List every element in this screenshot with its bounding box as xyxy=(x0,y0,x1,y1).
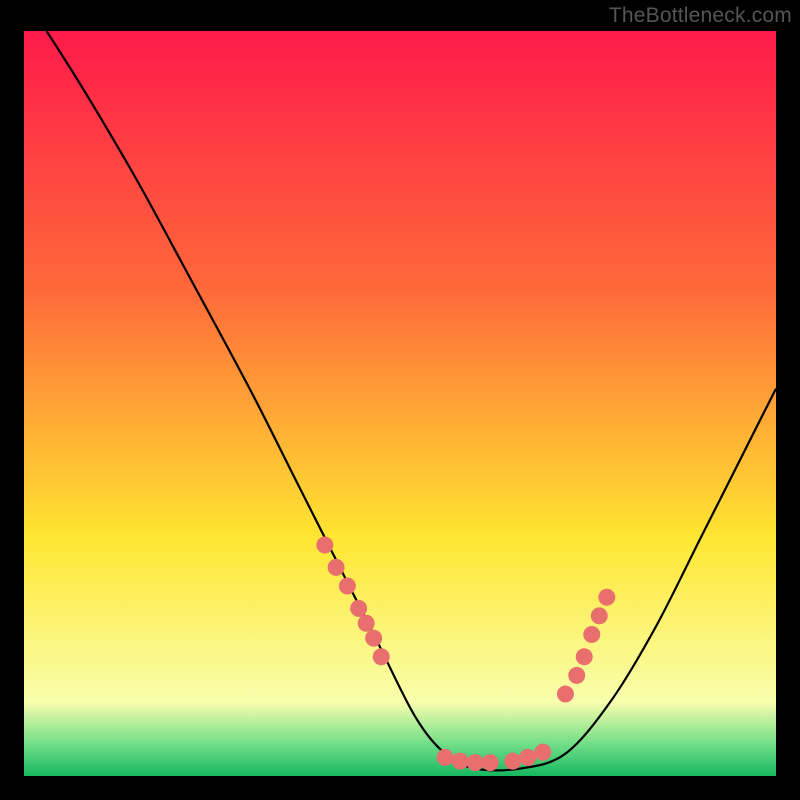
data-marker xyxy=(437,749,454,766)
data-marker xyxy=(316,537,333,554)
data-marker xyxy=(598,589,615,606)
data-marker xyxy=(576,648,593,665)
data-marker xyxy=(583,626,600,643)
chart-canvas: TheBottleneck.com xyxy=(0,0,800,800)
data-marker xyxy=(482,754,499,771)
data-marker xyxy=(467,754,484,771)
data-marker xyxy=(557,686,574,703)
data-marker xyxy=(452,753,469,770)
data-marker xyxy=(504,753,521,770)
gradient-background xyxy=(24,31,776,776)
data-marker xyxy=(591,607,608,624)
data-marker xyxy=(339,578,356,595)
data-marker xyxy=(519,749,536,766)
data-marker xyxy=(373,648,390,665)
data-marker xyxy=(358,615,375,632)
data-marker xyxy=(568,667,585,684)
plot-svg xyxy=(24,31,776,776)
plot-frame xyxy=(24,31,776,776)
data-marker xyxy=(534,744,551,761)
watermark-text: TheBottleneck.com xyxy=(609,4,792,28)
data-marker xyxy=(328,559,345,576)
data-marker xyxy=(365,630,382,647)
data-marker xyxy=(350,600,367,617)
